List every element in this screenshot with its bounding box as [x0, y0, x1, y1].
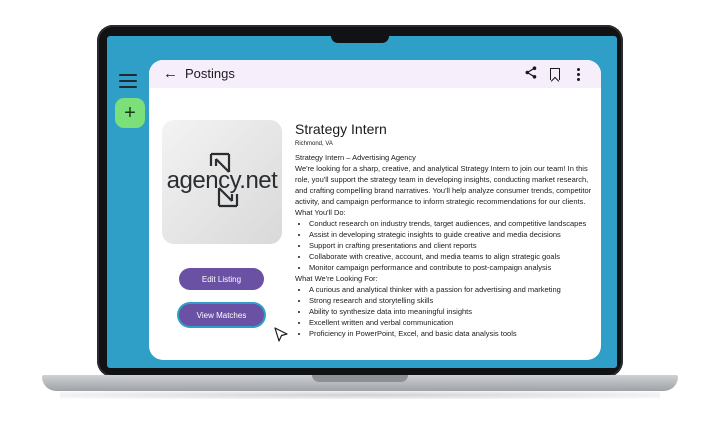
add-fab-button[interactable]: + — [115, 98, 145, 128]
share-icon[interactable] — [525, 66, 537, 79]
list-item: A curious and analytical thinker with a … — [309, 284, 597, 295]
job-details: Strategy Intern Richmond, VA Strategy In… — [295, 120, 597, 339]
duties-list: Conduct research on industry trends, tar… — [295, 218, 597, 273]
laptop-screen: + ← Postings agency.net Edit Listing Vie… — [107, 36, 617, 368]
logo-text: agency.net — [166, 167, 278, 194]
list-item: Monitor campaign performance and contrib… — [309, 262, 597, 273]
section-what-we-look-for: What We're Looking For: — [295, 274, 378, 283]
list-item: Support in crafting presentations and cl… — [309, 240, 597, 251]
list-item: Strong research and storytelling skills — [309, 295, 597, 306]
list-item: Conduct research on industry trends, tar… — [309, 218, 597, 229]
hamburger-menu-icon[interactable] — [119, 74, 137, 88]
edit-listing-button[interactable]: Edit Listing — [179, 268, 264, 290]
requirements-list: A curious and analytical thinker with a … — [295, 284, 597, 339]
job-location: Richmond, VA — [295, 141, 333, 147]
page-title: Postings — [185, 66, 235, 81]
company-logo: agency.net — [162, 120, 282, 244]
list-item: Assist in developing strategic insights … — [309, 229, 597, 240]
list-item: Collaborate with creative, account, and … — [309, 251, 597, 262]
laptop-base-notch — [312, 375, 408, 382]
arrow-left-icon[interactable]: ← — [163, 65, 178, 82]
posting-panel: ← Postings agency.net Edit Listing View … — [149, 60, 601, 360]
mouse-pointer-icon — [274, 327, 288, 342]
list-item: Excellent written and verbal communicati… — [309, 317, 597, 328]
job-heading: Strategy Intern – Advertising Agency — [295, 153, 416, 162]
section-what-you-do: What You'll Do: — [295, 208, 346, 217]
view-matches-button[interactable]: View Matches — [179, 304, 264, 326]
list-item: Proficiency in PowerPoint, Excel, and ba… — [309, 328, 597, 339]
camera-notch — [331, 29, 389, 43]
list-item: Ability to synthesize data into meaningf… — [309, 306, 597, 317]
bookmark-icon[interactable] — [550, 68, 560, 80]
job-title: Strategy Intern — [295, 121, 387, 137]
more-vert-icon[interactable] — [577, 68, 580, 81]
top-app-bar: ← Postings — [149, 60, 601, 88]
job-intro: We're looking for a sharp, creative, and… — [295, 164, 592, 206]
laptop-shadow — [60, 391, 660, 399]
